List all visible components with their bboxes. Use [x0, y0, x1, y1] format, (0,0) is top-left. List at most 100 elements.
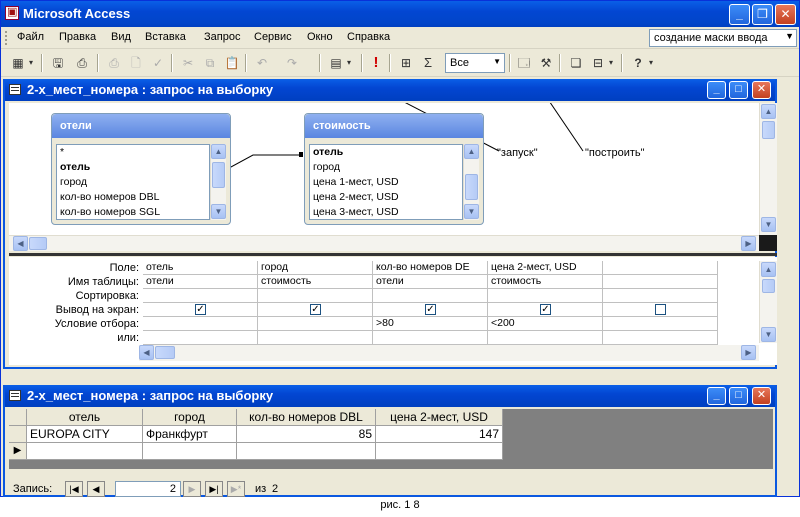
scroll-up-icon[interactable]: ▲ [761, 262, 776, 277]
first-record-icon[interactable]: |◀ [65, 481, 83, 497]
restore-icon[interactable]: ❐ [752, 4, 773, 25]
grid-show-cell[interactable]: ✓ [373, 303, 488, 317]
grid-sort-cell[interactable] [258, 289, 373, 303]
print-icon[interactable]: ⎙ [105, 54, 123, 72]
grid-show-cell[interactable]: ✓ [143, 303, 258, 317]
minimize-icon[interactable]: _ [729, 4, 750, 25]
table-cell-new[interactable] [376, 443, 503, 460]
grid-criteria-cell[interactable] [603, 317, 718, 331]
view-icon[interactable]: ▦ [9, 54, 27, 72]
app-title-bar[interactable]: Microsoft Access _ ❐ ✕ [1, 1, 799, 27]
build-icon[interactable]: ⚒ [537, 54, 555, 72]
grid-table-cell[interactable] [603, 275, 718, 289]
scroll-thumb[interactable] [155, 346, 175, 359]
field-item[interactable]: город [57, 175, 209, 190]
grid-show-cell[interactable]: ✓ [258, 303, 373, 317]
scroll-up-icon[interactable]: ▲ [211, 144, 226, 159]
table-cell[interactable]: EUROPA CITY [27, 426, 143, 443]
maximize-icon[interactable]: □ [729, 387, 748, 405]
totals-icon[interactable]: Σ [419, 54, 437, 72]
table-pane-vscrollbar[interactable]: ▲ ▼ [759, 103, 777, 235]
menu-file[interactable]: Файл [17, 31, 44, 43]
help-search-box[interactable]: создание маски ввода ▼ [649, 29, 797, 47]
prev-record-icon[interactable]: ◀ [87, 481, 105, 497]
chevron-down-icon[interactable]: ▾ [345, 54, 353, 72]
table-cell-new[interactable] [143, 443, 237, 460]
field-item[interactable]: цена 2-мест, USD [310, 190, 462, 205]
grid-show-cell[interactable]: ✓ [488, 303, 603, 317]
pane-splitter[interactable] [9, 253, 777, 256]
new-object-icon[interactable]: ⊟ [589, 54, 607, 72]
field-item[interactable]: цена 3-мест, USD [310, 205, 462, 219]
scroll-right-icon[interactable]: ▶ [741, 236, 756, 251]
checkbox-checked[interactable]: ✓ [425, 304, 436, 315]
grid-field-cell[interactable]: город [258, 261, 373, 275]
close-icon[interactable]: ✕ [752, 81, 771, 99]
database-window-icon[interactable]: ❏ [567, 54, 585, 72]
help-icon[interactable]: ? [629, 54, 647, 72]
copy-icon[interactable]: ⧉ [201, 54, 219, 72]
grid-field-cell[interactable] [603, 261, 718, 275]
next-record-icon[interactable]: ▶ [183, 481, 201, 497]
field-item-key[interactable]: отель [310, 145, 462, 160]
close-icon[interactable]: ✕ [775, 4, 796, 25]
grid-sort-cell[interactable] [143, 289, 258, 303]
undo-icon[interactable]: ↶ [253, 54, 271, 72]
select-all-corner[interactable] [9, 409, 27, 426]
minimize-icon[interactable]: _ [707, 81, 726, 99]
grid-hscrollbar[interactable]: ◀ ▶ [139, 345, 759, 361]
table-cell[interactable]: Франкфурт [143, 426, 237, 443]
paste-icon[interactable]: 📋 [223, 54, 241, 72]
chevron-down-icon[interactable]: ▾ [607, 54, 615, 72]
field-item[interactable]: * [57, 145, 209, 160]
scroll-left-icon[interactable]: ◀ [13, 236, 28, 251]
record-number-input[interactable]: 2 [115, 481, 181, 497]
grid-or-cell[interactable] [488, 331, 603, 345]
grid-criteria-cell[interactable] [258, 317, 373, 331]
preview-icon[interactable]: 🗋 [127, 54, 145, 72]
checkbox-checked[interactable]: ✓ [195, 304, 206, 315]
scroll-down-icon[interactable]: ▼ [761, 217, 776, 232]
new-row-marker-icon[interactable]: ▶ [9, 443, 27, 460]
table-hotels-scrollbar[interactable]: ▲ ▼ [210, 144, 226, 220]
chevron-down-icon[interactable]: ▾ [647, 54, 655, 72]
grid-table-cell[interactable]: стоимость [258, 275, 373, 289]
field-item[interactable]: кол-во номеров DBL [57, 190, 209, 205]
menu-view[interactable]: Вид [111, 31, 131, 43]
menu-insert[interactable]: Вставка [145, 31, 186, 43]
minimize-icon[interactable]: _ [707, 387, 726, 405]
checkbox-checked[interactable]: ✓ [310, 304, 321, 315]
grid-criteria-cell[interactable] [143, 317, 258, 331]
menu-grip[interactable] [5, 31, 8, 45]
properties-icon[interactable]: 🗔 [515, 54, 533, 72]
new-record-icon[interactable]: ▶* [227, 481, 245, 497]
grid-field-cell[interactable]: цена 2-мест, USD [488, 261, 603, 275]
redo-icon[interactable]: ↷ [283, 54, 301, 72]
table-prices-scrollbar[interactable]: ▲ ▼ [463, 144, 479, 220]
column-header[interactable]: кол-во номеров DBL [237, 409, 376, 426]
print-preview-icon[interactable]: ⎙ [73, 54, 91, 72]
grid-or-cell[interactable] [258, 331, 373, 345]
table-cell-new[interactable] [27, 443, 143, 460]
grid-table-cell[interactable]: отели [143, 275, 258, 289]
grid-or-cell[interactable] [143, 331, 258, 345]
spelling-icon[interactable]: ✓ [149, 54, 167, 72]
scroll-thumb[interactable] [762, 121, 775, 139]
checkbox-checked[interactable]: ✓ [540, 304, 551, 315]
maximize-icon[interactable]: □ [729, 81, 748, 99]
scroll-right-icon[interactable]: ▶ [741, 345, 756, 360]
top-values-combo[interactable]: Все ▼ [445, 53, 505, 73]
grid-criteria-cell[interactable]: >80 [373, 317, 488, 331]
cut-icon[interactable]: ✂ [179, 54, 197, 72]
last-record-icon[interactable]: ▶| [205, 481, 223, 497]
grid-show-cell[interactable] [603, 303, 718, 317]
menu-tools[interactable]: Сервис [254, 31, 292, 43]
field-item-key[interactable]: отель [57, 160, 209, 175]
grid-field-cell[interactable]: отель [143, 261, 258, 275]
column-header[interactable]: цена 2-мест, USD [376, 409, 503, 426]
scroll-thumb[interactable] [29, 237, 47, 250]
query-type-icon[interactable]: ▤ [327, 54, 345, 72]
close-icon[interactable]: ✕ [752, 387, 771, 405]
scroll-left-icon[interactable]: ◀ [139, 345, 154, 360]
row-selector[interactable] [9, 426, 27, 443]
